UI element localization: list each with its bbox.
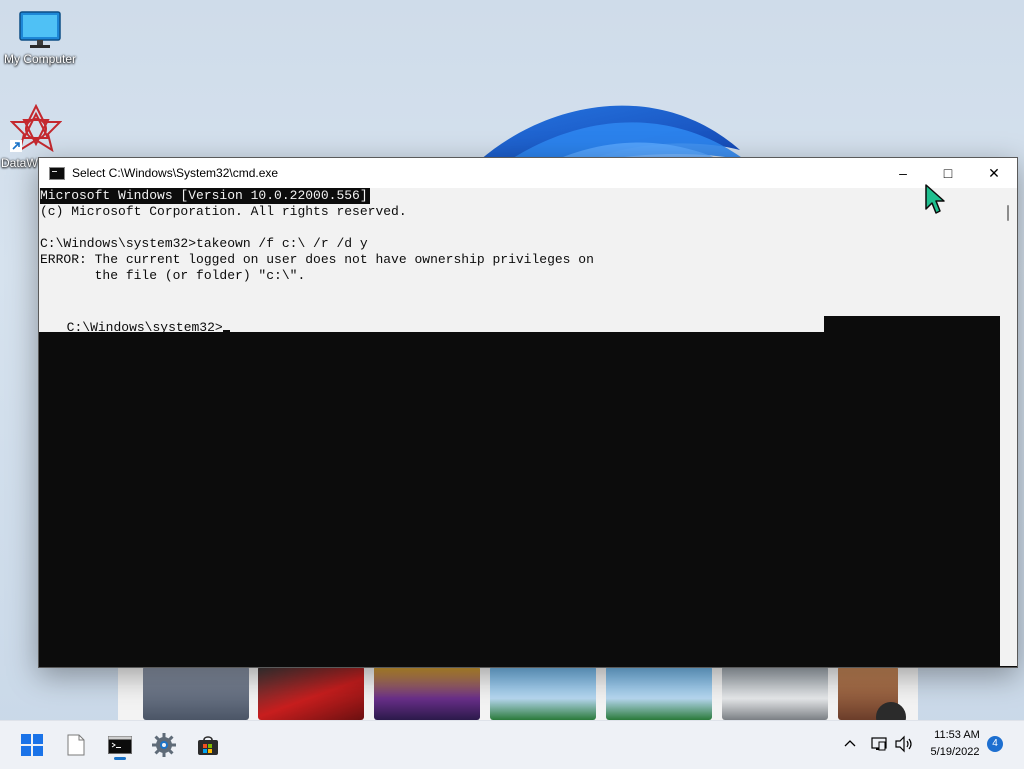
clock-time[interactable]: 11:53 AM bbox=[924, 729, 990, 741]
console-line: ERROR: The current logged on user does n… bbox=[40, 252, 594, 267]
taskbar: 11:53 AM 5/19/2022 bbox=[0, 720, 1024, 769]
network-icon bbox=[871, 737, 887, 751]
mouse-pointer-icon bbox=[925, 184, 945, 214]
background-app-window bbox=[118, 660, 918, 720]
cmd-window[interactable]: Select C:\Windows\System32\cmd.exe – □ ✕… bbox=[38, 157, 1018, 668]
console-line: Microsoft Windows [Version 10.0.22000.55… bbox=[40, 188, 370, 204]
cmd-app-icon bbox=[49, 166, 65, 180]
minimize-button[interactable]: – bbox=[880, 158, 926, 188]
taskbar-store-button[interactable] bbox=[192, 729, 224, 761]
taskbar-file-button[interactable] bbox=[60, 729, 92, 761]
start-button[interactable] bbox=[16, 729, 48, 761]
notification-badge[interactable]: 4 bbox=[987, 736, 1003, 752]
desktop-icon-label: DataW bbox=[1, 156, 38, 170]
console-prompt-row[interactable]: C:\Windows\system32> bbox=[40, 300, 230, 354]
volume-button[interactable] bbox=[894, 735, 914, 758]
terminal-icon bbox=[108, 736, 132, 754]
scroll-right-button[interactable] bbox=[876, 702, 906, 720]
console-line: (c) Microsoft Corporation. All rights re… bbox=[40, 204, 407, 219]
windows-logo-icon bbox=[21, 734, 43, 756]
store-bag-icon bbox=[198, 736, 218, 755]
game-thumbnail[interactable] bbox=[374, 666, 480, 720]
dataw-app-icon bbox=[10, 104, 62, 153]
console-output[interactable]: Microsoft Windows [Version 10.0.22000.55… bbox=[39, 188, 1000, 666]
speaker-icon bbox=[895, 735, 912, 753]
game-thumbnail[interactable] bbox=[606, 666, 712, 720]
text-cursor bbox=[222, 330, 230, 332]
taskbar-cmd-button[interactable] bbox=[104, 729, 136, 761]
vertical-scrollbar[interactable] bbox=[1000, 188, 1017, 666]
desktop-icon-my-computer[interactable]: My Computer bbox=[0, 10, 80, 66]
active-indicator bbox=[114, 757, 126, 760]
window-titlebar[interactable]: Select C:\Windows\System32\cmd.exe – □ ✕ bbox=[39, 158, 1017, 188]
desktop-icon-label: My Computer bbox=[3, 52, 77, 66]
window-title: Select C:\Windows\System32\cmd.exe bbox=[72, 166, 279, 180]
gear-icon bbox=[152, 733, 176, 757]
game-thumbnail[interactable] bbox=[722, 666, 828, 720]
network-button[interactable] bbox=[870, 735, 888, 758]
console-line: the file (or folder) "c:\". bbox=[40, 268, 306, 283]
monitor-icon bbox=[19, 11, 61, 48]
console-line: C:\Windows\system32>takeown /f c:\ /r /d… bbox=[40, 236, 368, 251]
file-icon bbox=[67, 734, 85, 756]
game-thumbnail[interactable] bbox=[143, 666, 249, 720]
close-button[interactable]: ✕ bbox=[971, 158, 1017, 188]
scrollbar-thumb[interactable] bbox=[1007, 205, 1009, 221]
clock-date[interactable]: 5/19/2022 bbox=[920, 746, 990, 758]
taskbar-settings-button[interactable] bbox=[148, 729, 180, 761]
game-thumbnail[interactable] bbox=[490, 666, 596, 720]
tray-overflow-button[interactable] bbox=[842, 736, 858, 757]
chevron-up-icon bbox=[844, 740, 856, 747]
console-prompt: C:\Windows\system32> bbox=[66, 320, 223, 335]
game-thumbnail[interactable] bbox=[258, 666, 364, 720]
